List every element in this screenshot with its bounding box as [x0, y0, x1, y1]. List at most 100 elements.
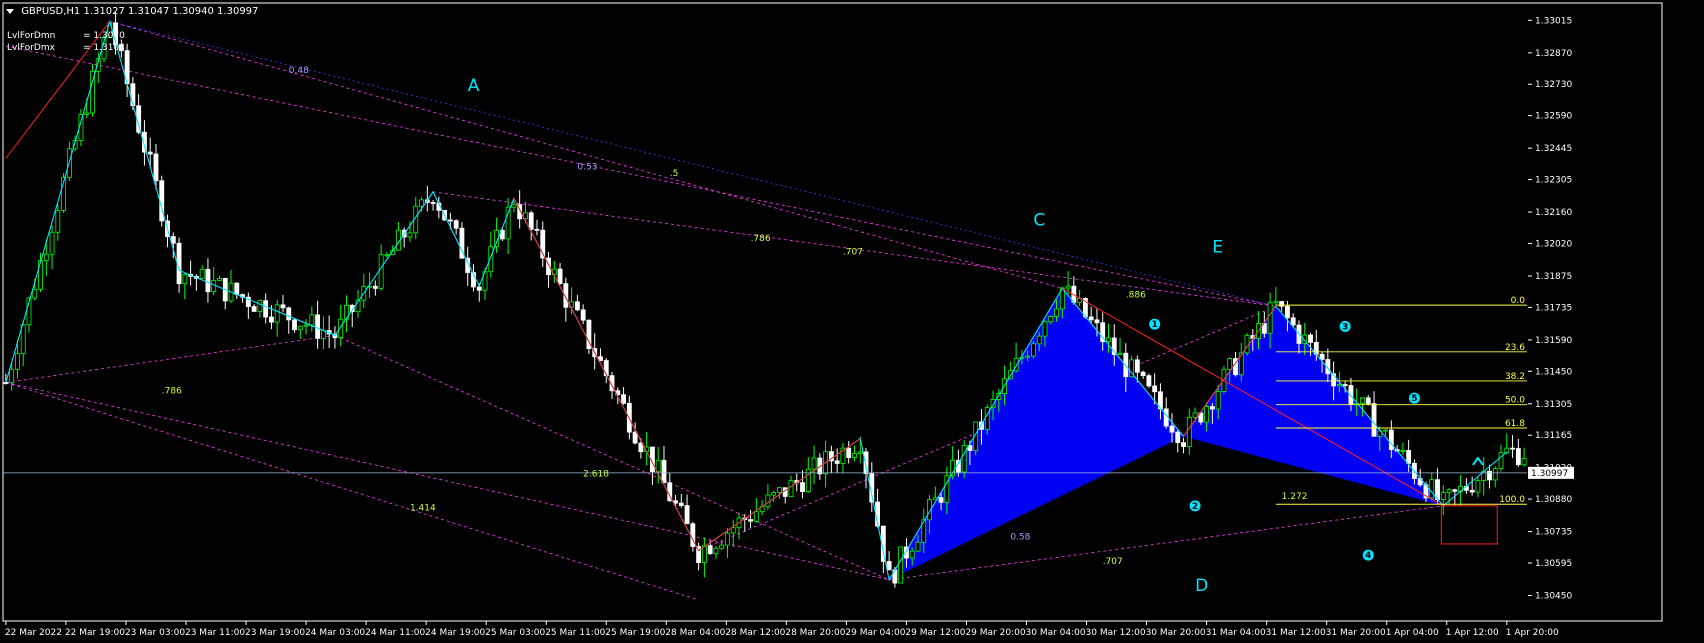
candle-body: [1273, 301, 1279, 304]
ratio-label: .707: [843, 248, 863, 258]
indicator-line-dmn: LvlForDmn = 1.3070: [7, 31, 125, 41]
candle-body: [1510, 447, 1515, 450]
candle-body: [257, 300, 263, 312]
candle-body: [1267, 302, 1273, 334]
x-tick-label: 25 Mar 03:00: [485, 628, 545, 638]
y-tick-label: 1.31735: [1535, 303, 1572, 313]
candle-body: [1134, 359, 1140, 373]
candle-body: [574, 301, 580, 311]
candle-body: [320, 330, 326, 339]
ratio-label: .707: [1103, 557, 1123, 567]
candle-body: [1371, 403, 1377, 437]
candle-body: [55, 209, 61, 233]
candle-body: [211, 280, 217, 293]
candle-body: [511, 204, 517, 208]
x-tick-label: 24 Mar 19:00: [425, 628, 485, 638]
candle-body: [909, 550, 915, 559]
symbol-label: GBPUSD,H1: [21, 6, 81, 17]
candle-body: [557, 268, 563, 285]
indicator-value: = 1.3070: [83, 31, 125, 41]
x-tick-label: 23 Mar 19:00: [245, 628, 305, 638]
candle-body: [765, 494, 771, 508]
candle-body: [1106, 337, 1111, 342]
candle-body: [1285, 305, 1290, 319]
indicator-label: LvlForDmn: [7, 31, 56, 41]
indicator-line-dmx: LvlForDmx = 1.3104: [7, 43, 125, 53]
candle-body: [1383, 429, 1388, 432]
candle-body: [528, 212, 534, 230]
wave-marker-number: 5: [1411, 394, 1417, 404]
candle-body: [407, 232, 413, 238]
candle-body: [1215, 390, 1221, 410]
candle-body: [979, 421, 984, 430]
candle-body: [788, 480, 794, 497]
candle-body: [84, 112, 90, 115]
candle-body: [938, 497, 944, 503]
candle-body: [1209, 406, 1215, 410]
fib-level-label: 0.0: [1511, 296, 1526, 306]
y-tick-label: 1.31165: [1535, 431, 1572, 441]
candle-body: [447, 219, 453, 222]
wave-marker-number: 1: [1152, 320, 1158, 330]
candle-body: [1406, 450, 1412, 464]
candle-body: [38, 260, 43, 290]
candle-body: [1515, 448, 1521, 466]
candle-body: [217, 277, 222, 281]
ratio-label: 2.618: [583, 470, 609, 480]
candle-body: [384, 254, 390, 257]
pattern-point-label: D: [1195, 576, 1208, 596]
candle-body: [309, 314, 315, 326]
candle-body: [1308, 334, 1313, 343]
fib-level-label: 100.0: [1499, 495, 1525, 505]
candle-body: [1336, 384, 1342, 387]
candle-body: [476, 286, 482, 291]
x-tick-label: 29 Mar 12:00: [905, 628, 965, 638]
candle-body: [274, 304, 280, 323]
candle-body: [834, 460, 840, 464]
y-tick-label: 1.32730: [1535, 80, 1572, 90]
candle-body: [153, 153, 159, 182]
candle-body: [748, 519, 753, 522]
candle-body: [1319, 353, 1325, 360]
price-chart[interactable]: 1.33015 1.32870 1.32730 1.32590 1.32445 1.323…: [0, 0, 1704, 643]
candle-body: [3, 382, 9, 384]
candle-body: [1400, 450, 1406, 452]
x-tick-label: 28 Mar 20:00: [785, 628, 845, 638]
candle-body: [1452, 489, 1458, 492]
candle-body: [961, 445, 967, 473]
candle-body: [603, 360, 609, 377]
chart-header: GBPUSD,H1 1.31027 1.31047 1.30940 1.3099…: [6, 6, 258, 17]
x-tick-label: 22 Mar 19:00: [65, 628, 125, 638]
candle-body: [1521, 458, 1527, 466]
candle-body: [1054, 308, 1059, 317]
x-tick-label: 23 Mar 03:00: [125, 628, 185, 638]
y-tick-label: 1.30595: [1535, 559, 1572, 569]
candle-body: [1192, 412, 1198, 418]
x-tick-label: 29 Mar 04:00: [845, 628, 905, 638]
x-tick-label: 31 Mar 04:00: [1206, 628, 1266, 638]
candle-body: [857, 451, 863, 454]
x-tick-label: 23 Mar 11:00: [185, 628, 245, 638]
ohlc-values: 1.31027 1.31047 1.30940 1.30997: [83, 6, 259, 17]
x-tick-label: 30 Mar 04:00: [1026, 628, 1086, 638]
candle-body: [205, 268, 211, 293]
candle-body: [1290, 317, 1296, 326]
candle-body: [534, 228, 540, 231]
candle-body: [251, 306, 257, 312]
candle-body: [984, 407, 990, 430]
candle-body: [372, 285, 378, 289]
candle-body: [621, 394, 626, 404]
candle-body: [1342, 384, 1348, 386]
candle-body: [800, 482, 805, 492]
candle-body: [419, 199, 424, 207]
candle-body: [730, 527, 736, 534]
candle-body: [1036, 335, 1042, 345]
candle-body: [898, 546, 904, 584]
candle-body: [1475, 480, 1481, 493]
candle-body: [1429, 479, 1435, 499]
indicator-value: = 1.3104: [83, 43, 125, 53]
candle-body: [378, 254, 384, 289]
collapse-triangle-icon[interactable]: [6, 8, 14, 14]
candle-body: [1204, 406, 1210, 423]
candle-body: [15, 353, 20, 370]
